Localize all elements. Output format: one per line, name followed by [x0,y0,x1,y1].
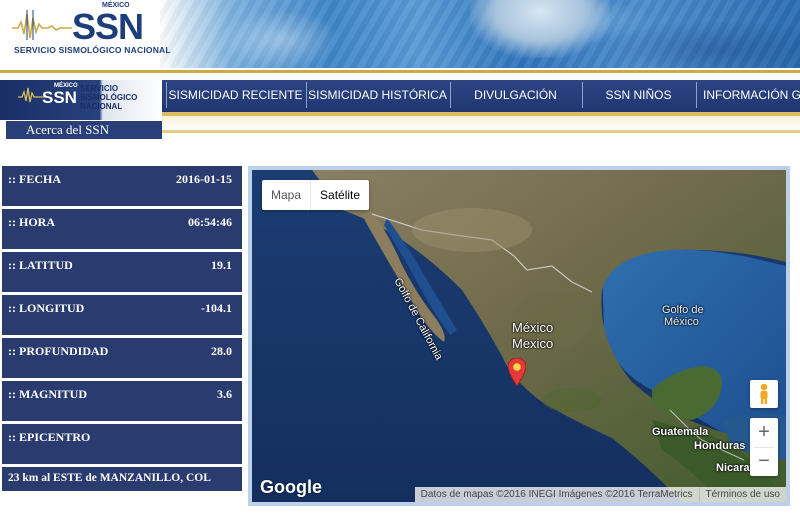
hora-value: 06:54:46 [188,215,232,229]
nav-logo-line2: SISMOLÓGICO [80,93,138,102]
about-ssn-link[interactable]: Acerca del SSN [6,121,162,139]
epicentro-text: 23 km al ESTE de MANZANILLO, COL [8,472,211,484]
nav-logo-text: SERVICIO SISMOLÓGICO NACIONAL [80,84,160,111]
nav-logo[interactable]: MÉXICO SSN SERVICIO SISMOLÓGICO NACIONAL [0,80,162,120]
fecha-label: :: FECHA [8,172,61,186]
map-type-satellite-button[interactable]: Satélite [310,180,369,210]
pegman-icon [760,383,768,404]
nav-top-divider [0,70,800,73]
latitud-value: 19.1 [211,258,232,272]
zoom-out-button[interactable]: − [750,447,778,476]
magnitud-label: :: MAGNITUD [8,387,87,401]
info-row-fecha: :: FECHA 2016-01-15 [2,166,242,206]
nav-logo-line3: NACIONAL [80,102,123,111]
nav-cream-stripe [162,116,800,130]
google-logo[interactable]: Google [260,477,322,498]
map-type-mapa-button[interactable]: Mapa [262,180,310,210]
magnitud-value: 3.6 [217,387,232,401]
info-row-epicentro-text: 23 km al ESTE de MANZANILLO, COL [2,467,242,491]
hora-label: :: HORA [8,215,55,229]
epicenter-marker-icon[interactable] [508,358,526,386]
label-mexico-es: México [512,320,554,335]
label-gulf-mexico-1: Golfo de [662,304,704,316]
map-type-control: Mapa Satélite [262,180,370,210]
map-frame: Golfo de California México Mexico Golfo … [248,166,790,506]
nav-gold-stripe-bottom [162,130,800,133]
banner-land-image [470,0,610,58]
label-mexico-en: Mexico [512,336,554,351]
main-nav: SISMICIDAD RECIENTE SISMICIDAD HISTÓRICA… [162,80,800,112]
info-row-epicentro: :: EPICENTRO [2,424,242,464]
zoom-control: + − [750,418,778,476]
epicentro-label: :: EPICENTRO [8,430,91,444]
nav-item-ssn-ninos[interactable]: SSN NIÑOS [582,82,694,108]
fecha-value: 2016-01-15 [176,172,232,186]
street-view-pegman-button[interactable] [750,380,778,408]
info-row-latitud: :: LATITUD 19.1 [2,252,242,292]
info-row-profundidad: :: PROFUNDIDAD 28.0 [2,338,242,378]
map-attribution: Datos de mapas ©2016 INEGI Imágenes ©201… [414,487,786,502]
nav-item-sismicidad-historica[interactable]: SISMICIDAD HISTÓRICA [306,82,448,108]
label-guatemala: Guatemala [652,426,709,438]
info-row-longitud: :: LONGITUD -104.1 [2,295,242,335]
info-row-magnitud: :: MAGNITUD 3.6 [2,381,242,421]
latitud-label: :: LATITUD [8,258,73,272]
info-row-hora: :: HORA 06:54:46 [2,209,242,249]
seismogram-icon [12,10,72,40]
nav-item-informacion-general[interactable]: INFORMACIÓN GEN [696,82,800,108]
nav-item-sismicidad-reciente[interactable]: SISMICIDAD RECIENTE [166,82,304,108]
profundidad-value: 28.0 [211,344,232,358]
logo-title: SSN [72,6,144,47]
longitud-value: -104.1 [201,301,232,315]
satellite-map[interactable]: Golfo de California México Mexico Golfo … [252,170,786,502]
attribution-text: Datos de mapas ©2016 INEGI Imágenes ©201… [420,489,693,500]
terms-of-use-link[interactable]: Términos de uso [698,487,786,502]
label-nicaragua: Nicara [716,462,750,474]
nav-item-divulgacion[interactable]: DIVULGACIÓN [450,82,580,108]
longitud-label: :: LONGITUD [8,301,85,315]
page: MÉXICO SSN SERVICIO SISMOLÓGICO NACIONAL… [0,0,800,528]
ssn-logo[interactable]: MÉXICO SSN SERVICIO SISMOLÓGICO NACIONAL [12,2,172,62]
profundidad-label: :: PROFUNDIDAD [8,344,109,358]
zoom-in-button[interactable]: + [750,418,778,447]
logo-subtitle: SERVICIO SISMOLÓGICO NACIONAL [14,45,171,55]
label-honduras: Honduras [694,440,746,452]
header-banner: MÉXICO SSN SERVICIO SISMOLÓGICO NACIONAL [0,0,800,68]
nav-logo-ssn: SSN [42,88,77,107]
nav-logo-line1: SERVICIO [80,84,119,93]
quake-info-panel: :: FECHA 2016-01-15 :: HORA 06:54:46 :: … [2,166,242,494]
label-gulf-mexico-2: México [664,316,699,328]
zoom-separator [754,447,774,448]
